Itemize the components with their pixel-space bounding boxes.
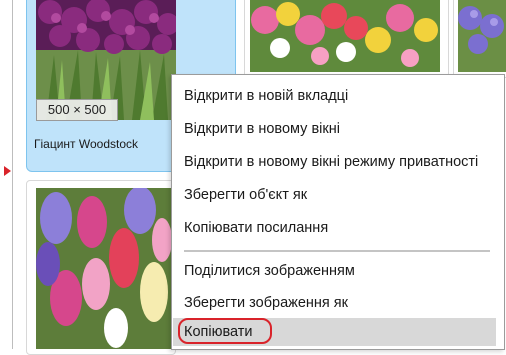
page-left-border	[12, 0, 13, 349]
menu-item-open-private-window[interactable]: Відкрити в новому вікні режиму приватнос…	[173, 147, 496, 177]
menu-item-open-new-window[interactable]: Відкрити в новому вікні	[173, 114, 496, 144]
hyacinth-bouquet-image[interactable]	[36, 188, 172, 349]
menu-item-share-image[interactable]: Поділитися зображенням	[173, 256, 496, 286]
menu-item-copy-link[interactable]: Копіювати посилання	[173, 213, 496, 243]
menu-item-save-image-as[interactable]: Зберегти зображення як	[173, 288, 496, 318]
menu-separator	[184, 250, 490, 252]
menu-item-save-object-as[interactable]: Зберегти об'єкт як	[173, 180, 496, 210]
copy-highlight-ring	[178, 318, 272, 344]
image-size-badge: 500 × 500	[36, 99, 118, 121]
menu-item-open-new-tab[interactable]: Відкрити в новій вкладці	[173, 81, 496, 111]
context-menu: Відкрити в новій вкладці Відкрити в ново…	[171, 74, 505, 350]
hyacinth-blue-image[interactable]	[458, 0, 506, 72]
pointer-arrow-icon	[4, 166, 11, 176]
hyacinth-mixed-image[interactable]	[250, 0, 440, 72]
image-caption[interactable]: Гіацинт Woodstock	[34, 137, 138, 151]
